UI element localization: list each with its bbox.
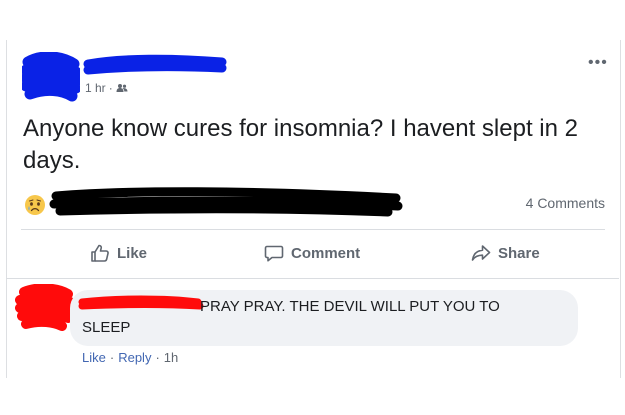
comment-reply-link[interactable]: Reply (118, 350, 151, 365)
more-options-icon[interactable]: ••• (588, 54, 608, 72)
comment-button[interactable]: Comment (264, 243, 360, 263)
divider (21, 229, 605, 230)
divider (6, 278, 619, 279)
comments-count-link[interactable]: 4 Comments (526, 195, 605, 211)
comment-text: PRAY PRAY. THE DEVIL WILL PUT YOU TO (200, 298, 500, 315)
comment-actions: Like · Reply · 1h (82, 350, 178, 365)
post-timestamp[interactable]: 1 hr (85, 81, 106, 95)
share-label: Share (498, 244, 540, 262)
redacted-reaction-names[interactable] (48, 184, 404, 220)
comment-actions-separator: · (155, 350, 160, 365)
redacted-commenter-name[interactable] (76, 294, 204, 312)
share-arrow-icon (471, 245, 491, 261)
share-button[interactable]: Share (471, 243, 540, 263)
comment-actions-separator: · (109, 350, 115, 365)
comment-label: Comment (291, 244, 361, 262)
post-text: Anyone know cures for insomnia? I havent… (23, 115, 578, 174)
friends-icon[interactable] (116, 83, 128, 93)
thumbs-up-icon (91, 244, 109, 262)
comment-timestamp[interactable]: 1h (164, 350, 178, 365)
comment-like-link[interactable]: Like (82, 350, 106, 365)
redacted-author-name[interactable] (82, 54, 228, 78)
redacted-commenter-avatar[interactable] (14, 284, 76, 334)
like-label: Like (117, 244, 148, 262)
meta-separator: · (108, 81, 113, 95)
like-button[interactable]: Like (90, 243, 147, 263)
comment-text-continued: SLEEP (82, 319, 131, 336)
sad-reaction-icon[interactable] (24, 194, 46, 216)
comment-bubble-icon (264, 245, 284, 262)
redacted-author-avatar[interactable] (22, 52, 80, 104)
post-meta: 1 hr · (85, 81, 128, 95)
